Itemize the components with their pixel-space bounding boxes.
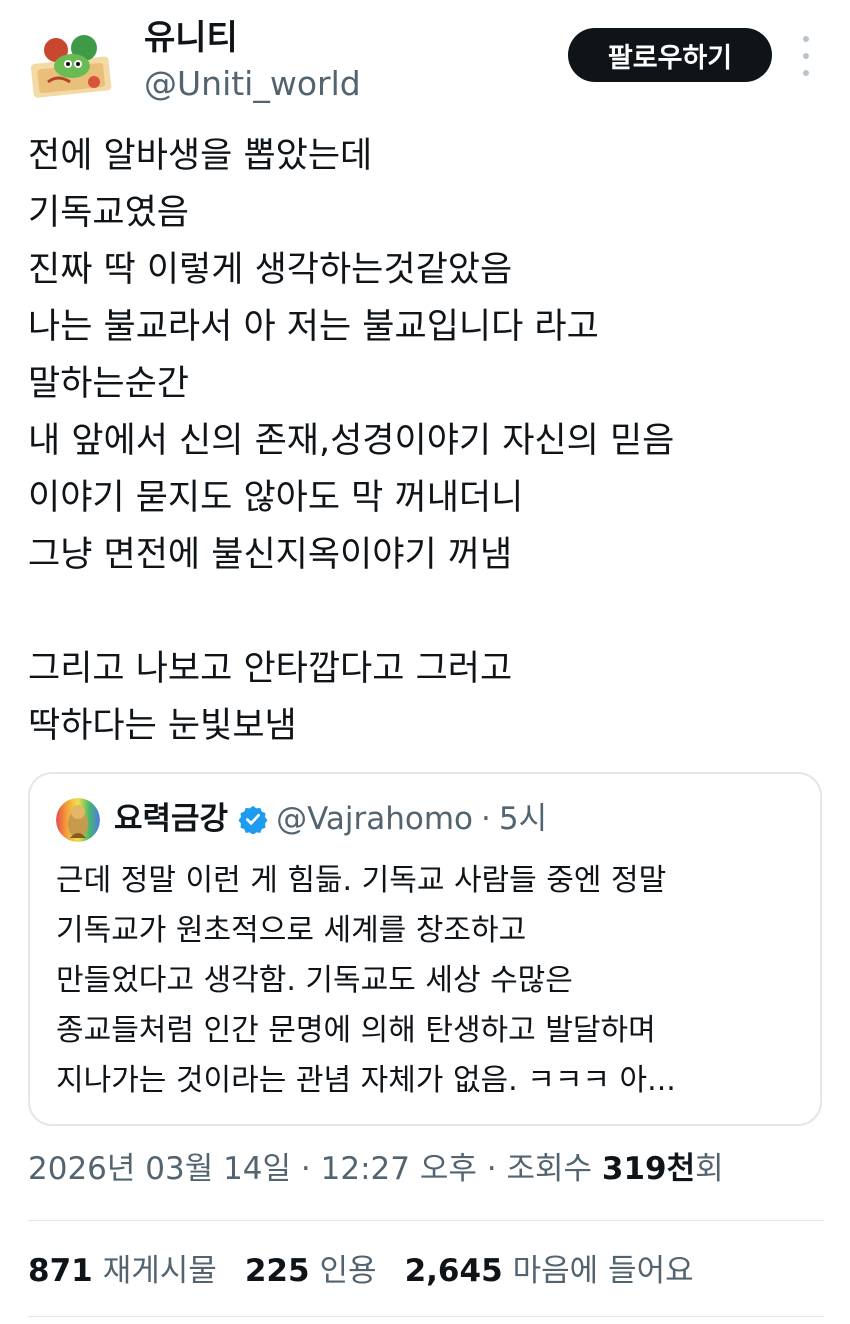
avatar-illustration-icon: [30, 35, 112, 98]
quotes-count: 225: [244, 1253, 310, 1289]
divider: [28, 1220, 824, 1221]
follow-button[interactable]: 팔로우하기: [568, 28, 772, 82]
divider: [28, 1316, 824, 1317]
views-count: 319천: [601, 1151, 696, 1187]
views-suffix: 회: [695, 1151, 724, 1187]
author-handle[interactable]: @Uniti_world: [144, 62, 361, 106]
quote-line: 지나가는 것이라는 관념 자체가 없음. ㅋㅋㅋ 아...: [56, 1063, 676, 1098]
quote-line: 기독교가 원초적으로 세계를 창조하고: [56, 913, 527, 948]
tweet-meta: 2026년 03월 14일 · 12:27 오후 · 조회수 319천회: [28, 1146, 724, 1192]
quote-author-handle[interactable]: @Vajrahomo: [276, 796, 473, 842]
likes-stat[interactable]: 2,645 마음에 들어요: [405, 1248, 694, 1294]
tweet-time[interactable]: 12:27 오후: [321, 1151, 477, 1187]
quote-separator: ·: [481, 801, 491, 837]
tweet-line: 나는 불교라서 아 저는 불교입니다 라고: [28, 307, 599, 347]
quote-timestamp[interactable]: 5시: [499, 796, 547, 842]
tweet-text: 전에 알바생을 뽑았는데 기독교였음 진짜 딱 이렇게 생각하는것같았음 나는 …: [28, 128, 828, 755]
tweet-line: 그냥 면전에 불신지옥이야기 꺼냄: [28, 535, 513, 575]
reposts-label: 재게시물: [102, 1253, 217, 1289]
meta-separator: ·: [486, 1151, 497, 1187]
quote-author-avatar[interactable]: [56, 798, 100, 842]
tweet-line: 전에 알바생을 뽑았는데: [28, 136, 373, 176]
author-avatar[interactable]: [28, 26, 116, 102]
quote-line: 종교들처럼 인간 문명에 의해 탄생하고 발달하며: [56, 1013, 656, 1048]
tweet-line: 말하는순간: [28, 364, 190, 404]
quotes-stat[interactable]: 225 인용: [245, 1248, 377, 1294]
likes-label: 마음에 들어요: [512, 1253, 694, 1289]
quote-author-name[interactable]: 요력금강: [114, 796, 228, 842]
tweet-line: 기독교였음: [28, 193, 190, 233]
tweet-line: 내 앞에서 신의 존재,성경이야기 자신의 믿음: [28, 421, 675, 461]
quoted-tweet-card[interactable]: 요력금강 @Vajrahomo · 5시 근데 정말 이런 게 힘듦. 기독교 …: [28, 772, 822, 1126]
likes-count: 2,645: [404, 1253, 503, 1289]
reposts-stat[interactable]: 871 재게시물: [28, 1248, 217, 1294]
tweet-date[interactable]: 2026년 03월 14일: [28, 1151, 291, 1187]
tweet-line: 딱하다는 눈빛보냄: [28, 706, 297, 746]
reposts-count: 871: [28, 1253, 93, 1289]
quote-avatar-image-icon: [56, 798, 100, 842]
more-options-icon[interactable]: [794, 36, 818, 76]
verified-badge-icon: [238, 805, 268, 834]
tweet-line: 진짜 딱 이렇게 생각하는것같았음: [28, 250, 513, 290]
views-label: 조회수: [506, 1151, 593, 1187]
meta-separator: ·: [300, 1151, 311, 1187]
quote-line: 근데 정말 이런 게 힘듦. 기독교 사람들 중엔 정말: [56, 863, 667, 898]
engagement-stats: 871 재게시물 225 인용 2,645 마음에 들어요: [28, 1248, 722, 1294]
quote-line: 만들었다고 생각함. 기독교도 세상 수많은: [56, 963, 573, 998]
author-name[interactable]: 유니티: [144, 16, 238, 60]
quotes-label: 인용: [319, 1253, 377, 1289]
quote-text: 근데 정말 이런 게 힘듦. 기독교 사람들 중엔 정말 기독교가 원초적으로 …: [56, 856, 816, 1106]
tweet-line: 이야기 묻지도 않아도 막 꺼내더니: [28, 478, 524, 518]
quote-header: 요력금강 @Vajrahomo · 5시: [114, 796, 547, 842]
tweet-line: 그리고 나보고 안타깝다고 그러고: [28, 649, 513, 689]
